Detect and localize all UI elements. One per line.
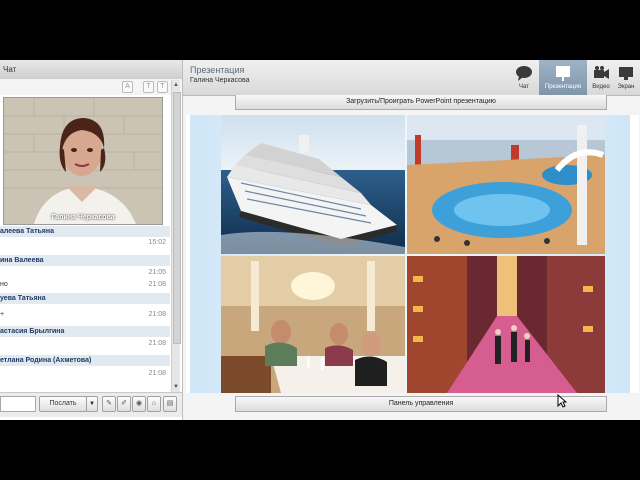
tab-label: Видео <box>592 84 610 90</box>
send-options-button[interactable]: ▼ <box>86 396 98 412</box>
tab-presentation[interactable]: Презентация <box>539 60 587 95</box>
message-text: + <box>0 311 5 318</box>
message-author: алеева Татьяна <box>0 226 170 237</box>
tab-video[interactable]: Видео <box>590 60 612 95</box>
message-time: 21:08 <box>148 311 166 318</box>
message-time: 15:02 <box>148 239 166 246</box>
tab-label: Экран <box>617 84 635 90</box>
font-a-button[interactable]: A <box>122 81 133 93</box>
lock-icon[interactable]: ⌂ <box>147 396 161 412</box>
message-author: астасия Брылгина <box>0 326 170 337</box>
message-author: ина Валеева <box>0 255 170 266</box>
send-button[interactable]: Послать <box>39 396 87 412</box>
scroll-thumb[interactable] <box>173 92 181 344</box>
pool-deck-photo <box>407 115 605 254</box>
mouse-cursor-icon <box>557 394 567 408</box>
dining-room-photo <box>221 256 405 393</box>
video-camera-icon <box>594 66 609 79</box>
message-time: 21:08 <box>148 370 166 377</box>
chat-input-row: Послать ▼ ✎ ✐ ◉ ⌂ ▤ <box>0 392 182 417</box>
scroll-up-icon[interactable]: ▲ <box>173 81 179 89</box>
message-author: етлана Родина (Ахметова) <box>0 355 170 366</box>
screen-icon <box>619 67 633 80</box>
chat-scrollbar[interactable]: ▲ ▼ <box>171 80 181 392</box>
webcam-caption: Галина Черкасова <box>51 214 115 221</box>
presentation-icon <box>556 66 570 81</box>
tab-screen[interactable]: Экран <box>615 60 637 95</box>
tab-label: Чат <box>519 84 529 90</box>
webcam-image <box>4 98 162 224</box>
slide-area <box>186 115 639 393</box>
pencil-icon[interactable]: ✎ <box>102 396 116 412</box>
font-t-button[interactable]: T <box>143 81 154 93</box>
message-time: 21:08 <box>148 281 166 288</box>
chat-panel: Чат A T T Галина Черкасова алеева Татьян… <box>0 60 183 420</box>
presentation-title: Презентация <box>190 65 245 75</box>
chat-bubble-icon <box>516 66 532 81</box>
control-panel-button[interactable]: Панель управления <box>235 396 607 412</box>
scroll-down-icon[interactable]: ▼ <box>173 383 179 391</box>
chat-toolbar: A T T <box>0 79 182 95</box>
cruise-ship-photo <box>221 115 405 254</box>
presentation-header: Презентация Галина Черкасова Чат Презент… <box>183 60 640 96</box>
load-presentation-button[interactable]: Загрузить/Проиграть PowerPoint презентац… <box>235 95 607 110</box>
webinar-app: Чат A T T Галина Черкасова алеева Татьян… <box>0 60 640 420</box>
chat-header: Чат <box>0 60 182 80</box>
tab-chat[interactable]: Чат <box>512 60 536 95</box>
chat-messages: алеева Татьяна 15:02 ина Валеева 21:05 н… <box>0 226 170 388</box>
edit-icon[interactable]: ✐ <box>117 396 131 412</box>
presenter-name: Галина Черкасова <box>190 77 250 84</box>
message-author: уева Татьяна <box>0 293 170 304</box>
chat-title: Чат <box>3 65 17 74</box>
message-time: 21:05 <box>148 269 166 276</box>
promenade-photo <box>407 256 605 393</box>
font-t-small-button[interactable]: T <box>157 81 168 93</box>
presentation-panel: Презентация Галина Черкасова Чат Презент… <box>183 60 640 420</box>
camera-icon[interactable]: ◉ <box>132 396 146 412</box>
chat-message-input[interactable] <box>0 396 36 412</box>
tab-label: Презентация <box>544 84 582 90</box>
save-icon[interactable]: ▤ <box>163 396 177 412</box>
webcam-video: Галина Черкасова <box>3 97 163 225</box>
message-text: но <box>0 281 8 288</box>
message-time: 21:08 <box>148 340 166 347</box>
